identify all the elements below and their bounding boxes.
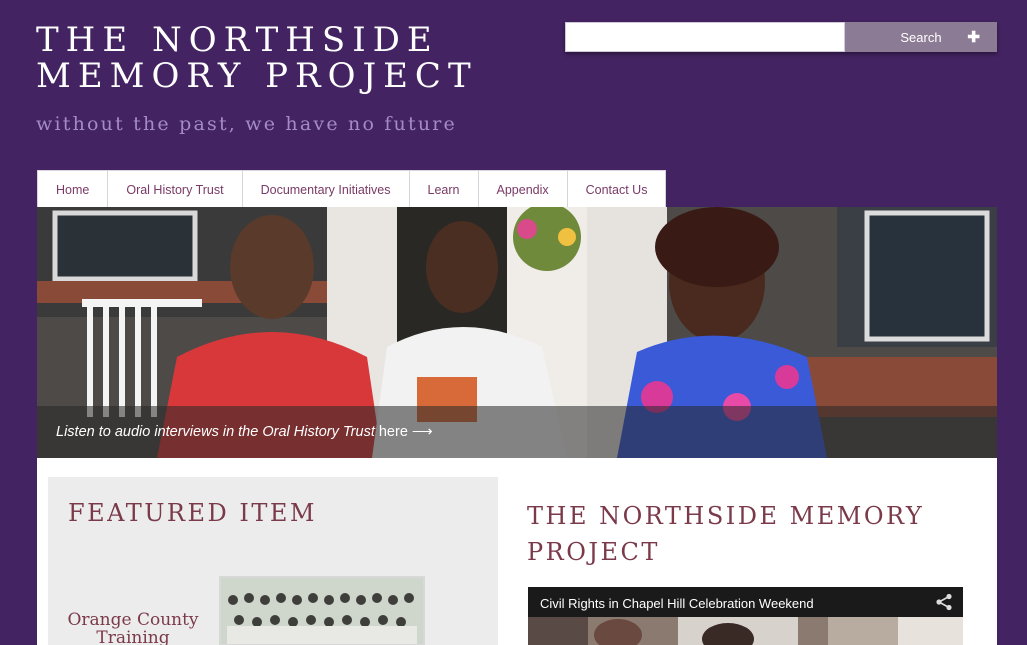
hero-caption-link[interactable]: here — [379, 424, 408, 440]
search-button[interactable]: Search ✚ — [845, 22, 997, 52]
site-tagline: without the past, we have no future — [36, 113, 457, 135]
nav-item-contact-us[interactable]: Contact Us — [568, 171, 666, 208]
main-navigation: Home Oral History Trust Documentary Init… — [37, 170, 667, 208]
hero-caption-text: Listen to audio interviews in the Oral H… — [56, 424, 375, 440]
video-title[interactable]: Civil Rights in Chapel Hill Celebration … — [540, 596, 814, 611]
featured-item-thumbnail[interactable] — [219, 576, 425, 645]
plus-icon[interactable]: ✚ — [967, 28, 980, 46]
site-title-line1[interactable]: THE NORTHSIDE — [36, 22, 478, 58]
featured-item-panel: FEATURED ITEM Orange County Training Sch… — [48, 477, 498, 645]
nav-item-appendix[interactable]: Appendix — [479, 171, 568, 208]
nav-item-documentary-initiatives[interactable]: Documentary Initiatives — [243, 171, 410, 208]
arrow-right-icon[interactable]: ⟶ — [412, 424, 433, 440]
hero-caption[interactable]: Listen to audio interviews in the Oral H… — [37, 406, 997, 458]
search-button-label: Search — [900, 29, 942, 45]
video-player[interactable]: Civil Rights in Chapel Hill Celebration … — [528, 587, 963, 645]
featured-item-title[interactable]: Orange County Training School — [66, 611, 200, 645]
site-title[interactable]: THE NORTHSIDE MEMORY PROJECT — [36, 22, 478, 94]
featured-item-heading: FEATURED ITEM — [68, 499, 317, 527]
video-thumbnail — [528, 617, 963, 645]
nav-item-home[interactable]: Home — [38, 171, 109, 208]
content-area: FEATURED ITEM Orange County Training Sch… — [37, 458, 997, 645]
search-input[interactable] — [565, 22, 845, 52]
search-bar: Search ✚ — [565, 22, 997, 52]
hero-slideshow[interactable]: Listen to audio interviews in the Oral H… — [37, 207, 997, 458]
site-title-line2[interactable]: MEMORY PROJECT — [36, 58, 478, 94]
nav-item-learn[interactable]: Learn — [410, 171, 479, 208]
featured-item-photo — [221, 578, 423, 644]
share-icon[interactable] — [935, 593, 953, 611]
main-heading: THE NORTHSIDE MEMORY PROJECT — [527, 502, 925, 566]
nav-item-oral-history-trust[interactable]: Oral History Trust — [108, 171, 243, 208]
